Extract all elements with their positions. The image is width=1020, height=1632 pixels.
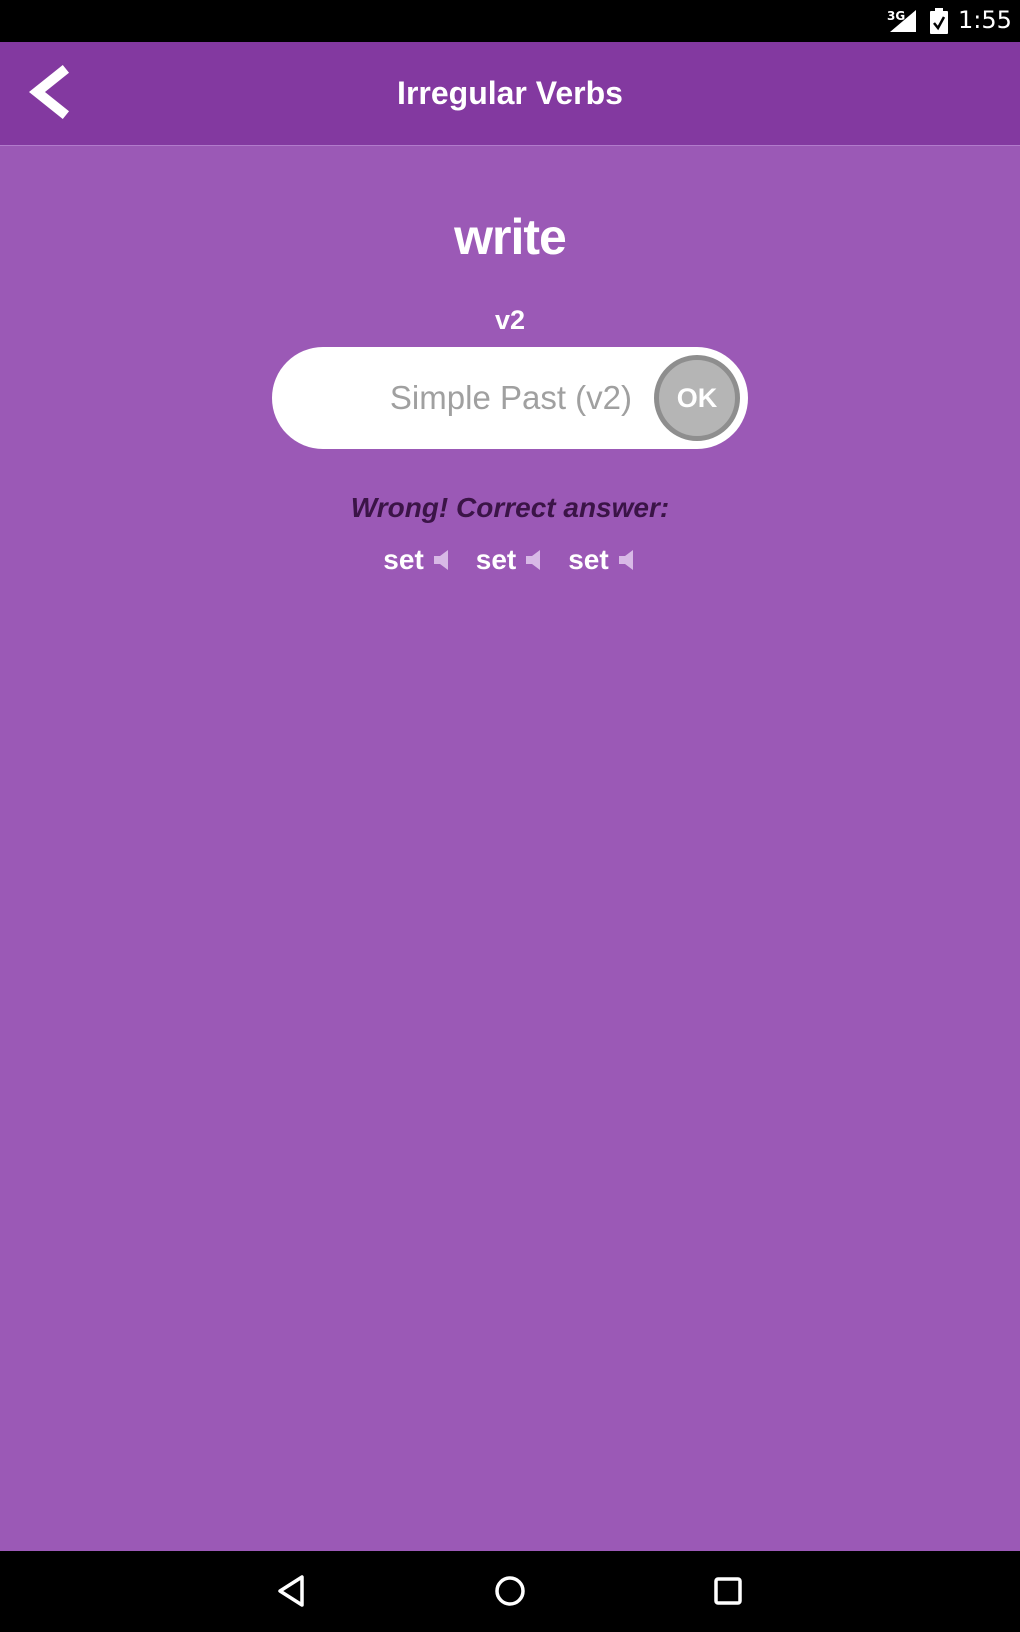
- answer-word: set: [475, 544, 517, 575]
- page-title: Irregular Verbs: [397, 75, 623, 111]
- speaker-icon[interactable]: [433, 548, 452, 572]
- signal-icon: [890, 10, 916, 32]
- circle-home-icon[interactable]: [490, 1571, 530, 1611]
- correct-answers: set set set: [0, 544, 1020, 576]
- speaker-icon[interactable]: [526, 548, 544, 572]
- form-label: v2: [494, 305, 526, 335]
- speaker-icon[interactable]: [618, 548, 637, 572]
- answer-field-container: OK: [272, 347, 748, 449]
- app-bar: Irregular Verbs: [0, 42, 1020, 146]
- answer-word: set: [383, 544, 424, 575]
- answer-item[interactable]: set: [383, 544, 451, 576]
- battery-icon: [930, 8, 948, 34]
- ok-button[interactable]: OK: [654, 355, 740, 441]
- answer-item[interactable]: set: [476, 544, 544, 576]
- answer-input[interactable]: [302, 373, 632, 423]
- back-button[interactable]: [22, 62, 82, 122]
- navigation-bar: [0, 1551, 1020, 1632]
- answer-item[interactable]: set: [568, 544, 636, 576]
- status-bar: 3G 1:55: [0, 0, 1020, 42]
- chevron-left-icon: [28, 64, 70, 120]
- triangle-back-icon[interactable]: [272, 1571, 312, 1611]
- square-recents-icon[interactable]: [708, 1571, 748, 1611]
- feedback-message: Wrong! Correct answer:: [350, 492, 670, 523]
- verb-title: write: [454, 209, 567, 265]
- answer-word: set: [568, 544, 609, 575]
- clock: 1:55: [958, 6, 1012, 34]
